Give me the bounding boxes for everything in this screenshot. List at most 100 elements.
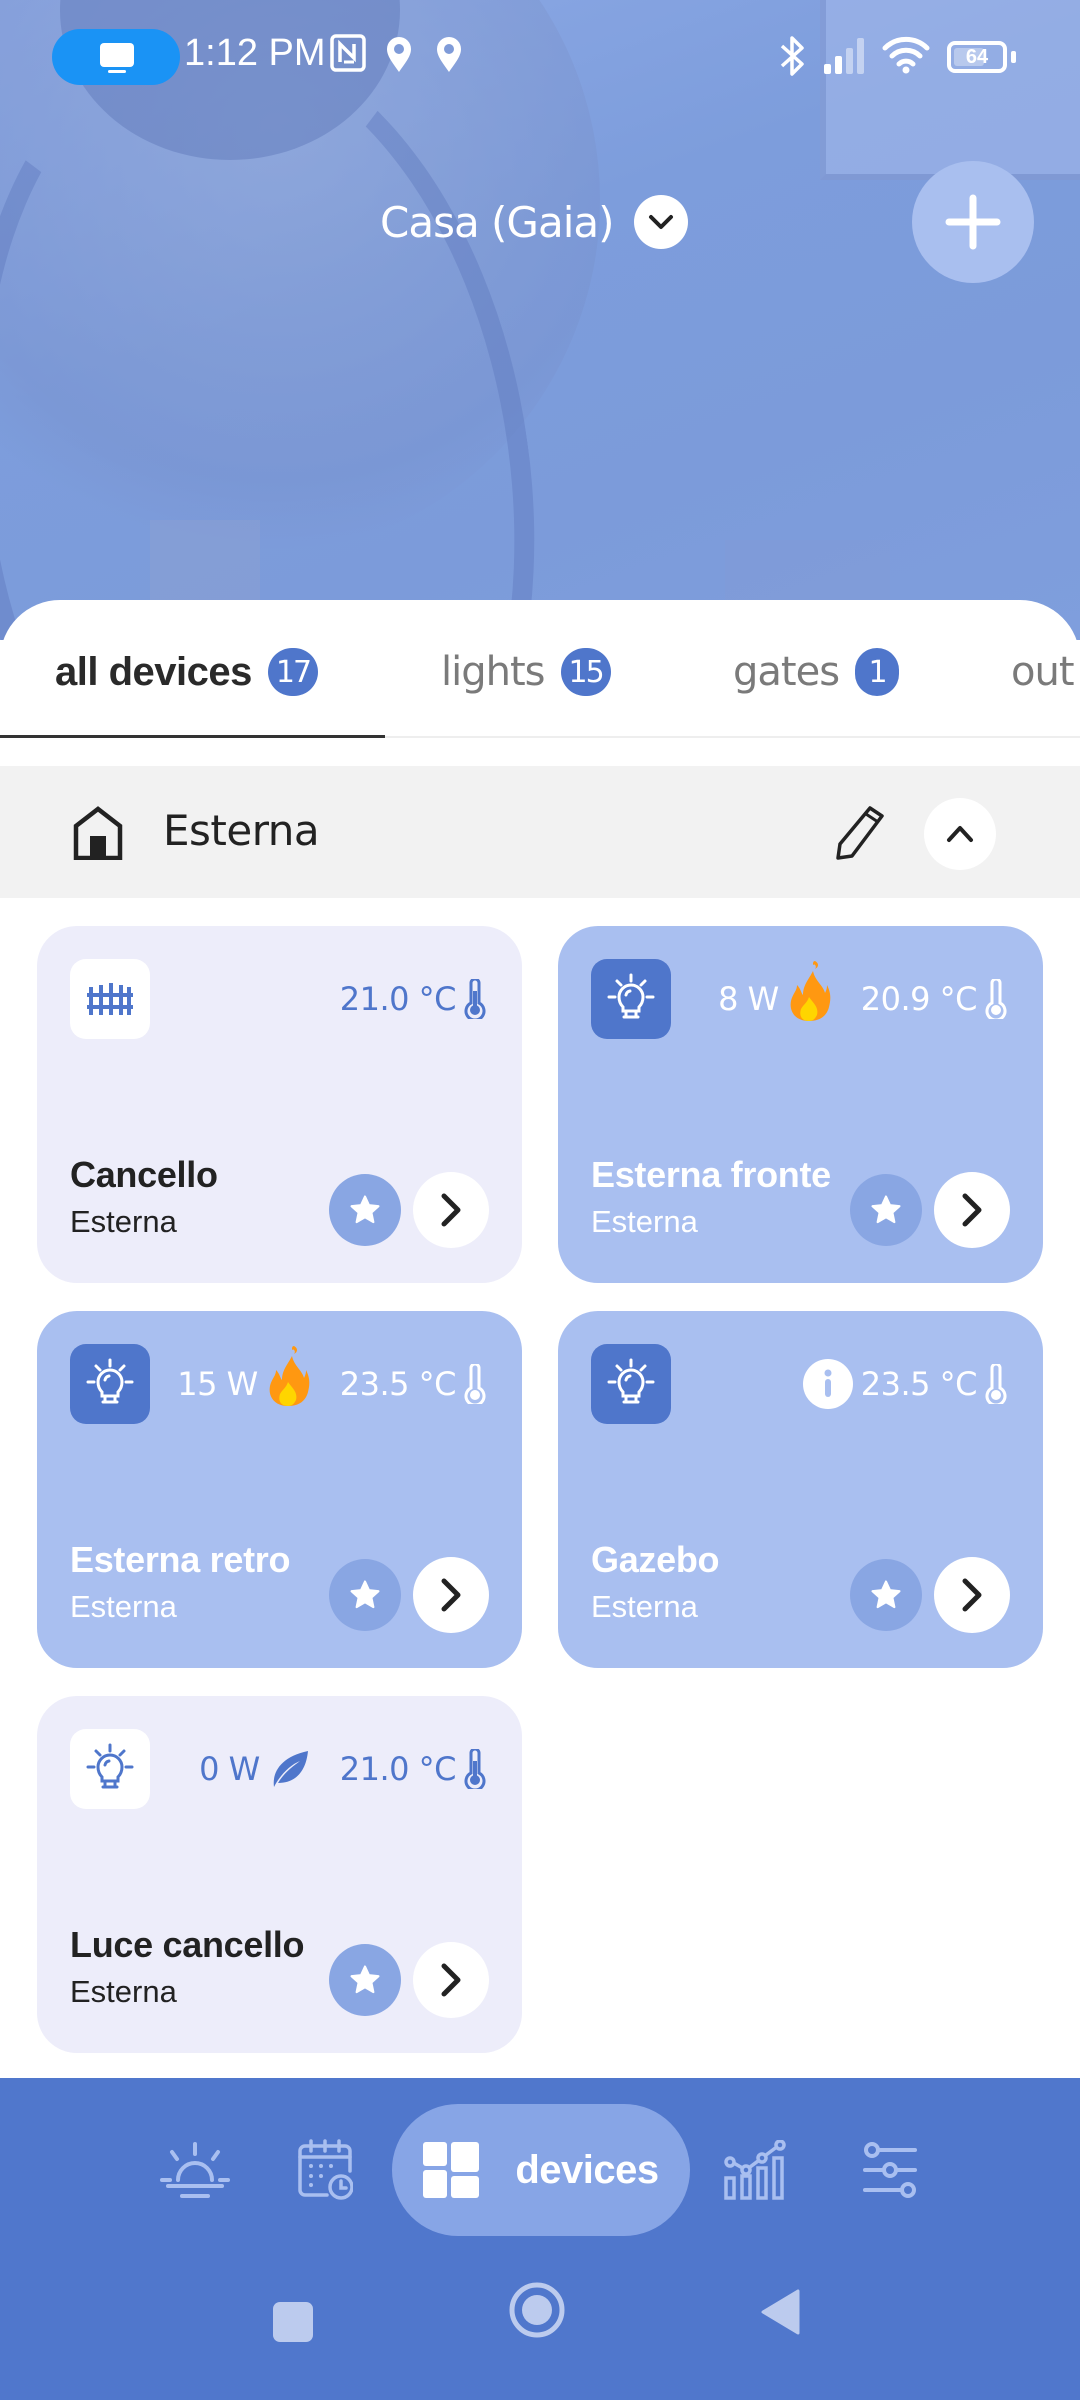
chevron-right-icon bbox=[962, 1578, 982, 1612]
location-icon bbox=[437, 37, 461, 72]
tab-lights[interactable]: lights 15 bbox=[441, 642, 611, 702]
tab-count-badge: 15 bbox=[560, 648, 611, 696]
favorite-button[interactable] bbox=[329, 1559, 401, 1631]
temperature-value: 21.0 °C bbox=[339, 1750, 457, 1788]
thermometer-icon bbox=[464, 979, 486, 1019]
fire-icon bbox=[269, 1346, 310, 1406]
thermometer-icon bbox=[985, 979, 1007, 1019]
dashboard-icon bbox=[423, 2142, 480, 2198]
device-name: Luce cancello bbox=[70, 1924, 305, 1965]
add-device-button[interactable] bbox=[912, 161, 1034, 283]
power-value: 0 W bbox=[199, 1750, 260, 1788]
star-icon bbox=[350, 1965, 380, 1994]
device-readings: 8 W 20.9 °C bbox=[718, 961, 1007, 1024]
favorite-button[interactable] bbox=[850, 1174, 922, 1246]
plus-icon bbox=[945, 194, 1001, 250]
room-name: Esterna bbox=[163, 806, 320, 855]
device-name: Cancello bbox=[70, 1154, 218, 1195]
favorite-button[interactable] bbox=[850, 1559, 922, 1631]
lightbulb-icon bbox=[86, 1743, 134, 1789]
device-card[interactable]: 8 W 20.9 °C Esterna fronte Esterna bbox=[558, 926, 1043, 1283]
screen-cast-indicator[interactable] bbox=[52, 29, 180, 85]
nav-statistics[interactable] bbox=[716, 2104, 796, 2236]
chevron-right-icon bbox=[441, 1963, 461, 1997]
house-selector[interactable]: Casa (Gaia) bbox=[380, 192, 688, 252]
tab-out[interactable]: out bbox=[1011, 642, 1075, 702]
screen-cast-icon bbox=[100, 43, 134, 67]
power-value: 8 W bbox=[718, 980, 779, 1018]
chevron-down-icon[interactable] bbox=[633, 195, 688, 249]
chart-icon bbox=[724, 2140, 786, 2200]
back-button[interactable] bbox=[760, 2288, 802, 2336]
wifi-icon bbox=[882, 36, 930, 74]
temperature-value: 23.5 °C bbox=[860, 1365, 978, 1403]
device-room: Esterna bbox=[70, 1204, 177, 1239]
chevron-up-icon bbox=[947, 826, 973, 842]
temperature-value: 23.5 °C bbox=[339, 1365, 457, 1403]
gate-icon bbox=[87, 983, 133, 1015]
open-device-button[interactable] bbox=[413, 1557, 489, 1633]
temperature-value: 21.0 °C bbox=[339, 980, 457, 1018]
device-type-icon bbox=[591, 1344, 671, 1424]
open-device-button[interactable] bbox=[934, 1172, 1010, 1248]
thermometer-icon bbox=[464, 1749, 486, 1789]
open-device-button[interactable] bbox=[934, 1557, 1010, 1633]
device-type-icon bbox=[591, 959, 671, 1039]
device-readings: 21.0 °C bbox=[340, 974, 486, 1024]
favorite-button[interactable] bbox=[329, 1944, 401, 2016]
chevron-right-icon bbox=[962, 1193, 982, 1227]
tab-all-devices[interactable]: all devices 17 bbox=[55, 642, 319, 702]
device-name: Esterna retro bbox=[70, 1539, 291, 1580]
open-device-button[interactable] bbox=[413, 1942, 489, 2018]
temperature-value: 20.9 °C bbox=[860, 980, 978, 1018]
device-readings: 15 W 23.5 °C bbox=[177, 1346, 486, 1409]
device-card[interactable]: 0 W 21.0 °C Luce cancello Esterna bbox=[37, 1696, 522, 2053]
signal-icon bbox=[824, 38, 864, 74]
home-button[interactable] bbox=[508, 2281, 566, 2339]
device-readings: 23.5 °C bbox=[802, 1359, 1007, 1409]
bottom-navigation: devices bbox=[0, 2078, 1080, 2400]
nav-scenes[interactable] bbox=[150, 2104, 240, 2236]
bluetooth-icon bbox=[780, 36, 804, 76]
device-type-icon bbox=[70, 1729, 150, 1809]
nav-settings[interactable] bbox=[850, 2104, 930, 2236]
nav-devices[interactable]: devices bbox=[392, 2104, 690, 2236]
star-icon bbox=[350, 1195, 380, 1224]
info-icon[interactable] bbox=[802, 1359, 853, 1409]
screen-cast-icon-base bbox=[108, 70, 126, 73]
tab-label: lights bbox=[441, 649, 545, 695]
battery-icon: 64 bbox=[947, 41, 1007, 73]
nav-label: devices bbox=[515, 2147, 659, 2192]
collapse-room-button[interactable] bbox=[924, 798, 996, 870]
star-icon bbox=[350, 1580, 380, 1609]
tab-label: all devices bbox=[55, 649, 252, 694]
device-card[interactable]: 15 W 23.5 °C Esterna retro Esterna bbox=[37, 1311, 522, 1668]
device-card[interactable]: 23.5 °C Gazebo Esterna bbox=[558, 1311, 1043, 1668]
sliders-icon bbox=[863, 2142, 917, 2198]
open-device-button[interactable] bbox=[413, 1172, 489, 1248]
favorite-button[interactable] bbox=[329, 1174, 401, 1246]
location-icon bbox=[387, 37, 411, 72]
tab-count-badge: 1 bbox=[855, 648, 900, 696]
device-room: Esterna bbox=[591, 1589, 698, 1624]
recents-button[interactable] bbox=[272, 2300, 314, 2344]
tab-label: out bbox=[1011, 649, 1075, 695]
fire-icon bbox=[790, 961, 831, 1021]
lightbulb-icon bbox=[607, 973, 655, 1019]
room-header[interactable]: Esterna bbox=[0, 766, 1080, 898]
battery-level: 64 bbox=[965, 46, 989, 68]
device-card[interactable]: 21.0 °C Cancello Esterna bbox=[37, 926, 522, 1283]
status-time: 1:12 PM bbox=[184, 32, 326, 74]
home-icon bbox=[73, 806, 123, 860]
tab-gates[interactable]: gates 1 bbox=[733, 642, 900, 702]
edit-room-button[interactable] bbox=[830, 802, 890, 862]
device-readings: 0 W 21.0 °C bbox=[199, 1744, 486, 1794]
tab-count-badge: 17 bbox=[267, 648, 319, 696]
lightbulb-icon bbox=[607, 1358, 655, 1404]
nfc-icon bbox=[330, 34, 366, 72]
power-value: 15 W bbox=[177, 1365, 258, 1403]
calendar-clock-icon bbox=[298, 2139, 353, 2200]
nav-schedules[interactable] bbox=[285, 2104, 365, 2236]
device-type-icon bbox=[70, 959, 150, 1039]
thermometer-icon bbox=[464, 1364, 486, 1404]
